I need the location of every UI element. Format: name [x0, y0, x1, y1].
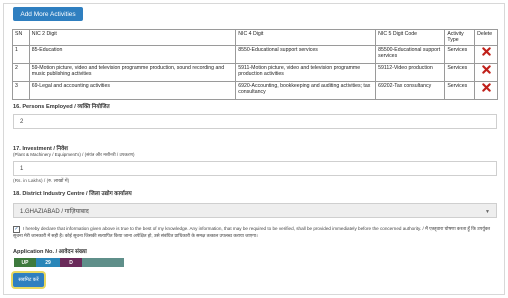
application-number-bar: UP 29 D	[14, 258, 124, 267]
cell-nic2: 59-Motion picture, video and television …	[28, 63, 237, 82]
col-header-activity-type: Activity Type	[444, 29, 476, 46]
cell-activity-type: Services	[444, 81, 476, 100]
investment-unit-hint: (Rs. in Lakhs) / (रु. लाखों में)	[13, 179, 70, 184]
investment-sublabel: (Plant & Machinery / Equipment's) / (संय…	[13, 152, 135, 157]
cell-nic2: 69-Legal and accounting activities	[28, 81, 237, 100]
delete-icon[interactable]	[481, 47, 491, 56]
application-segment-state: UP	[14, 258, 36, 267]
cell-sn: 3	[12, 81, 30, 100]
col-header-nic2: NIC 2 Digit	[28, 29, 237, 46]
cell-delete	[474, 45, 498, 64]
cell-nic4: 6920-Accounting, bookkeeping and auditin…	[235, 81, 377, 100]
chevron-down-icon: ▼	[485, 209, 490, 215]
delete-icon[interactable]	[481, 83, 491, 92]
cell-nic4: 8550-Educational support services	[235, 45, 377, 64]
cell-delete	[474, 63, 498, 82]
district-selected-value: 1.GHAZIABAD / गाज़ियाबाद	[20, 208, 89, 215]
delete-icon[interactable]	[481, 65, 491, 74]
col-header-nic4: NIC 4 Digit	[235, 29, 377, 46]
submit-button[interactable]: सबमिट करें	[13, 273, 44, 287]
cell-nic2: 85-Education	[28, 45, 237, 64]
table-row: 3 69-Legal and accounting activities 692…	[12, 81, 498, 100]
col-header-sn: SN	[12, 29, 30, 46]
table-header-row: SN NIC 2 Digit NIC 4 Digit NIC 5 Digit C…	[12, 29, 498, 46]
cell-nic4: 5911-Motion picture, video and televisio…	[235, 63, 377, 82]
district-industry-centre-label: 18. District Industry Centre / जिला उद्य…	[13, 191, 132, 197]
investment-label: 17. Investment / निवेश	[13, 146, 68, 152]
cell-delete	[474, 81, 498, 100]
application-segment-number	[82, 258, 124, 267]
cell-nic5: 59112-Video production	[375, 63, 446, 82]
col-header-delete: Delete	[474, 29, 498, 46]
cell-nic5: 85500-Educational support services	[375, 45, 446, 64]
persons-employed-input[interactable]: 2	[13, 114, 497, 129]
declaration-text: I hereby declare that information given …	[13, 226, 491, 238]
cell-activity-type: Services	[444, 63, 476, 82]
col-header-nic5: NIC 5 Digit Code	[375, 29, 446, 46]
activities-table: SN NIC 2 Digit NIC 4 Digit NIC 5 Digit C…	[12, 29, 498, 100]
application-segment-type: D	[60, 258, 82, 267]
cell-activity-type: Services	[444, 45, 476, 64]
cell-nic5: 69202-Tax consultancy	[375, 81, 446, 100]
cell-sn: 1	[12, 45, 30, 64]
table-row: 1 85-Education 8550-Educational support …	[12, 45, 498, 64]
table-row: 2 59-Motion picture, video and televisio…	[12, 63, 498, 82]
add-more-activities-button[interactable]: Add More Activities	[13, 7, 83, 21]
district-industry-centre-select[interactable]: 1.GHAZIABAD / गाज़ियाबाद ▼	[13, 203, 497, 218]
application-number-label: Application No. / आवेदन संख्या	[13, 249, 87, 255]
persons-employed-label: 16. Persons Employed / व्यक्ति नियोजित	[13, 104, 110, 110]
application-segment-district: 29	[36, 258, 60, 267]
cell-sn: 2	[12, 63, 30, 82]
investment-input[interactable]: 1	[13, 161, 497, 176]
